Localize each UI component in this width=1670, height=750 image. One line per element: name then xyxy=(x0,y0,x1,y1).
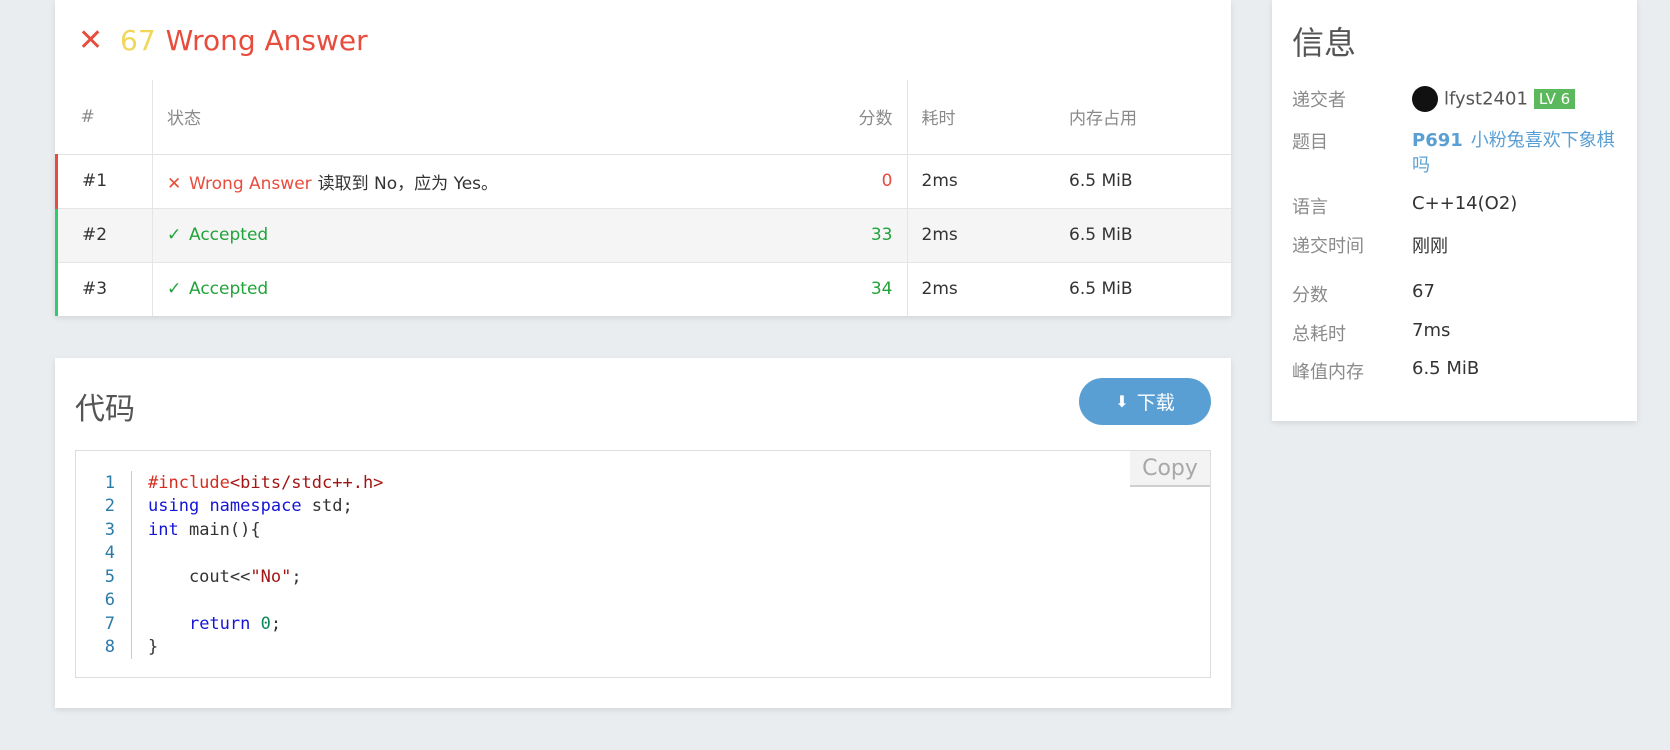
column-header-score: 分数 xyxy=(807,80,908,155)
case-status: Accepted xyxy=(189,279,269,300)
case-number: #3 xyxy=(55,262,153,316)
info-row-peak-memory: 峰值内存 6.5 MiB xyxy=(1292,358,1622,384)
code-text: using namespace std; xyxy=(148,496,353,517)
score-value: 67 xyxy=(1412,281,1435,302)
case-memory: 6.5 MiB xyxy=(1069,279,1133,300)
case-memory: 6.5 MiB xyxy=(1069,154,1231,209)
info-row-problem: 题目 P691 小粉兔喜欢下象棋吗 xyxy=(1292,128,1622,178)
table-row[interactable]: #1 ✕ Wrong Answer 读取到 No，应为 Yes。 0 2ms 6.5… xyxy=(55,154,1231,209)
column-header-time: 耗时 xyxy=(907,80,1069,155)
info-row-submit-time: 递交时间 刚刚 xyxy=(1292,232,1622,258)
code-line: 2 using namespace std; xyxy=(76,494,383,518)
case-score: 33 xyxy=(807,208,908,263)
info-row-total-time: 总耗时 7ms xyxy=(1292,320,1622,346)
total-time-value: 7ms xyxy=(1412,320,1451,341)
line-number: 8 xyxy=(76,635,132,659)
code-lines: 1 #include<bits/stdc++.h> 2 using namespac… xyxy=(76,471,383,659)
line-number: 6 xyxy=(76,588,132,612)
case-status: Wrong Answer xyxy=(189,173,312,194)
case-memory: 6.5 MiB xyxy=(1069,208,1231,263)
problem-link[interactable]: P691 小粉兔喜欢下象棋吗 xyxy=(1412,128,1622,178)
language-label: 语言 xyxy=(1292,197,1328,218)
check-icon: ✓ xyxy=(167,225,182,245)
case-status-cell: ✓ Accepted xyxy=(153,262,808,316)
info-row-score: 分数 67 xyxy=(1292,281,1622,307)
submit-time-value: 刚刚 xyxy=(1412,236,1448,257)
case-status-cell: ✓ Accepted xyxy=(152,208,807,263)
code-line: 8} xyxy=(76,635,383,659)
submitter-name[interactable]: lfyst2401 xyxy=(1444,89,1528,110)
result-status: Wrong Answer xyxy=(165,23,368,57)
copy-button[interactable]: Copy xyxy=(1130,451,1210,487)
column-header-num: # xyxy=(56,80,153,155)
code-panel: 代码 ⬇ 下载 Copy 1 #include<bits/stdc++.h> 2 us… xyxy=(55,358,1231,708)
case-score: 34 xyxy=(807,262,908,316)
download-button[interactable]: ⬇ 下载 xyxy=(1079,378,1211,425)
code-text: return 0; xyxy=(188,613,282,634)
line-number: 3 xyxy=(76,518,132,542)
info-title: 信息 xyxy=(1292,24,1357,62)
code-text: int main(){ xyxy=(148,519,261,540)
peak-memory-value: 6.5 MiB xyxy=(1412,358,1480,379)
case-time: 2ms xyxy=(907,154,1069,209)
code-line: 3 int main(){ xyxy=(76,518,383,542)
download-label: 下载 xyxy=(1136,392,1175,414)
code-text: } xyxy=(148,637,159,658)
code-line: 7 return 0; xyxy=(76,612,383,636)
testcase-table: # 状态 分数 耗时 内存占用 #1 ✕ Wrong Answer 读取到 No，应… xyxy=(55,80,1231,316)
line-number: 7 xyxy=(76,612,132,636)
case-score: 0 xyxy=(807,154,908,209)
code-line: 1 #include<bits/stdc++.h> xyxy=(76,471,383,495)
case-time: 2ms xyxy=(907,208,1069,263)
result-score: 67 xyxy=(120,23,156,57)
avatar[interactable] xyxy=(1412,86,1438,112)
code-block[interactable]: Copy 1 #include<bits/stdc++.h> 2 using nam… xyxy=(75,450,1211,678)
code-text: cout<<"No"; xyxy=(148,566,302,587)
column-header-memory: 内存占用 xyxy=(1069,80,1231,155)
code-line: 6 xyxy=(76,588,383,612)
case-number: #2 xyxy=(55,208,153,263)
code-line: 5 cout<<"No"; xyxy=(76,565,383,589)
level-badge: LV 6 xyxy=(1533,89,1576,109)
result-header: ✕ 67 Wrong Answer xyxy=(55,0,1231,80)
table-row[interactable]: #3 ✓ Accepted 34 2ms 6.5 MiB xyxy=(55,262,1232,316)
close-icon: ✕ xyxy=(78,22,104,58)
problem-label: 题目 xyxy=(1292,132,1328,153)
case-status-cell: ✕ Wrong Answer 读取到 No，应为 Yes。 xyxy=(152,154,807,209)
table-row[interactable]: #2 ✓ Accepted 33 2ms 6.5 MiB xyxy=(55,208,1231,263)
column-header-status: 状态 xyxy=(152,80,807,155)
table-header-row: # 状态 分数 耗时 内存占用 xyxy=(56,80,1231,155)
problem-id[interactable]: P691 xyxy=(1412,130,1463,151)
submitter-label: 递交者 xyxy=(1292,90,1346,111)
info-panel: 信息 递交者 lfyst2401 LV 6 题目 P691 小粉兔喜欢下象棋吗 语言… xyxy=(1272,0,1637,421)
line-number: 4 xyxy=(76,541,132,565)
result-panel: ✕ 67 Wrong Answer # 状态 分数 耗时 内存占用 #1 ✕ Wr… xyxy=(55,0,1231,316)
close-icon: ✕ xyxy=(167,173,182,194)
total-time-label: 总耗时 xyxy=(1292,324,1346,345)
submitter-value: lfyst2401 LV 6 xyxy=(1412,86,1622,112)
line-number: 2 xyxy=(76,494,132,518)
language-value: C++14(O2) xyxy=(1412,193,1518,214)
case-status: Accepted xyxy=(189,225,269,245)
line-number: 1 xyxy=(76,471,132,495)
info-row-submitter: 递交者 lfyst2401 LV 6 xyxy=(1292,86,1622,112)
submit-time-label: 递交时间 xyxy=(1292,236,1364,257)
code-title: 代码 xyxy=(75,392,135,427)
score-label: 分数 xyxy=(1292,285,1328,306)
code-line: 4 xyxy=(76,541,383,565)
peak-memory-label: 峰值内存 xyxy=(1292,362,1364,383)
code-text: #include<bits/stdc++.h> xyxy=(148,472,384,493)
case-time: 2ms xyxy=(921,279,958,300)
info-row-language: 语言 C++14(O2) xyxy=(1292,193,1622,219)
line-number: 5 xyxy=(76,565,132,589)
check-icon: ✓ xyxy=(167,279,182,300)
case-number: #1 xyxy=(55,154,153,209)
case-message: 读取到 No，应为 Yes。 xyxy=(317,173,499,194)
download-icon: ⬇ xyxy=(1115,392,1129,411)
